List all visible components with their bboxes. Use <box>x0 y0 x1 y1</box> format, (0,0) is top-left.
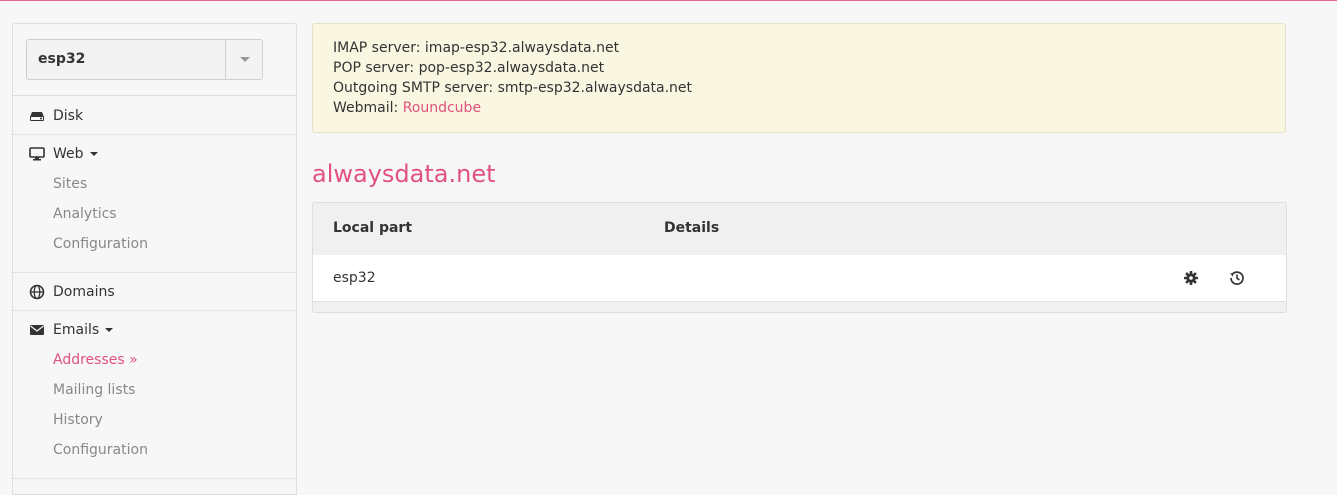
webmail-line: Webmail: Roundcube <box>333 100 481 116</box>
sidebar-item-label: Domains <box>53 284 115 300</box>
column-header-local-part: Local part <box>333 220 413 236</box>
sidebar-item-domains[interactable]: Domains <box>29 282 115 302</box>
smtp-server-text: Outgoing SMTP server: smtp-esp32.alwaysd… <box>333 80 693 96</box>
caret-down-icon <box>89 152 98 156</box>
table-row: esp32 <box>313 255 1286 302</box>
caret-down-icon <box>105 328 114 332</box>
sidebar-subitem-mailing-lists[interactable]: Mailing lists <box>53 382 135 398</box>
addresses-table: Local part Details esp32 <box>312 202 1287 313</box>
sidebar-subitem-sites[interactable]: Sites <box>53 176 87 192</box>
roundcube-link[interactable]: Roundcube <box>403 100 481 116</box>
sidebar-item-label: Disk <box>53 108 84 124</box>
select-divider <box>225 40 226 79</box>
table-header: Local part Details <box>313 203 1286 256</box>
sidebar-subitem-addresses[interactable]: Addresses » <box>53 352 138 368</box>
sidebar-divider <box>13 478 296 479</box>
history-icon[interactable] <box>1229 270 1245 286</box>
sidebar-divider <box>13 272 296 273</box>
sidebar-item-disk[interactable]: Disk <box>29 106 83 126</box>
sidebar: esp32 Disk Web Sites Analytics Configura… <box>12 23 297 495</box>
globe-icon <box>29 284 45 300</box>
top-accent-line <box>0 0 1337 1</box>
chevron-down-icon[interactable] <box>240 57 250 62</box>
sidebar-divider <box>13 134 296 135</box>
sidebar-item-label: Web <box>53 146 84 162</box>
sidebar-subitem-history[interactable]: History <box>53 412 103 428</box>
sidebar-subitem-web-configuration[interactable]: Configuration <box>53 236 148 252</box>
account-select[interactable]: esp32 <box>26 39 263 80</box>
sidebar-divider <box>13 310 296 311</box>
server-info-box: IMAP server: imap-esp32.alwaysdata.net P… <box>312 23 1286 133</box>
sidebar-item-emails[interactable]: Emails <box>29 320 114 340</box>
envelope-icon <box>29 322 45 338</box>
sidebar-item-web[interactable]: Web <box>29 144 98 164</box>
sidebar-item-label: Emails <box>53 322 100 338</box>
imap-server-text: IMAP server: imap-esp32.alwaysdata.net <box>333 40 620 56</box>
gear-icon[interactable] <box>1183 270 1199 286</box>
column-header-details: Details <box>664 220 720 236</box>
monitor-icon <box>29 146 45 162</box>
sidebar-divider <box>13 95 296 96</box>
local-part-cell: esp32 <box>333 270 376 286</box>
disk-icon <box>29 108 45 124</box>
domain-title: alwaysdata.net <box>312 160 496 188</box>
sidebar-subitem-email-configuration[interactable]: Configuration <box>53 442 148 458</box>
sidebar-subitem-analytics[interactable]: Analytics <box>53 206 117 222</box>
webmail-label: Webmail: <box>333 100 403 116</box>
pop-server-text: POP server: pop-esp32.alwaysdata.net <box>333 60 605 76</box>
account-select-value: esp32 <box>38 51 86 67</box>
